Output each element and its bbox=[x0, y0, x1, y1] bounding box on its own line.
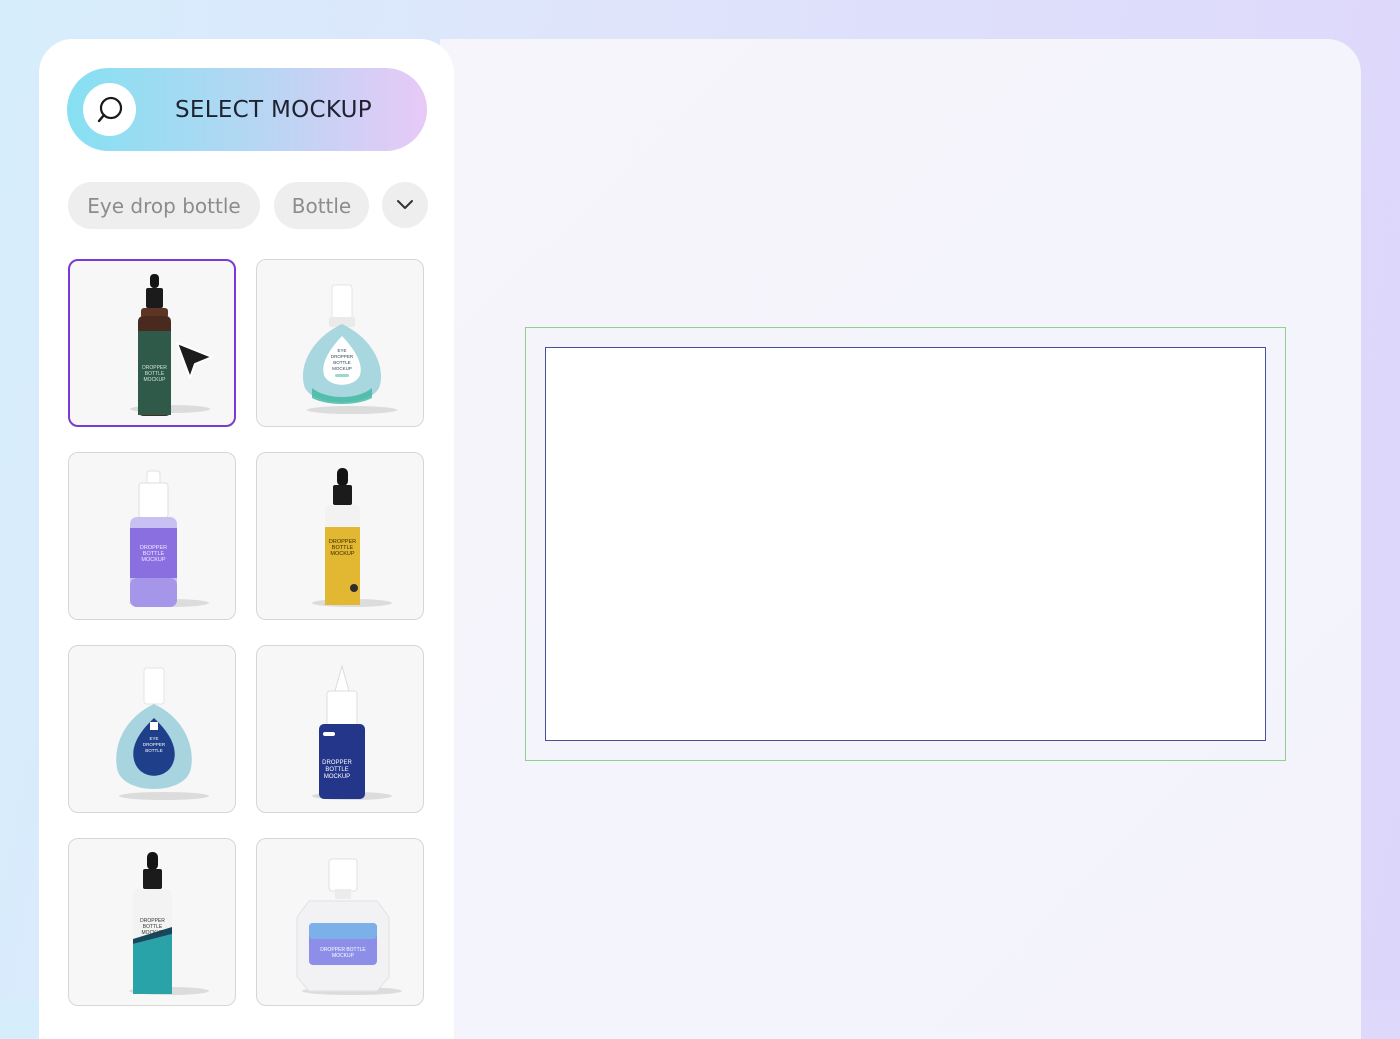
mockup-sidebar: SELECT MOCKUP Eye drop bottle Bottle DRO… bbox=[39, 39, 454, 1039]
canvas-artboard[interactable] bbox=[545, 347, 1266, 741]
mockup-thumbnail[interactable]: DROPPER BOTTLE MOCKUP bbox=[256, 452, 424, 620]
mockup-thumbnail[interactable]: DROPPER BOTTLE MOCKUP bbox=[256, 645, 424, 813]
svg-text:MOCKUP: MOCKUP bbox=[332, 953, 355, 959]
select-mockup-label: SELECT MOCKUP bbox=[175, 96, 372, 123]
svg-text:BOTTLE: BOTTLE bbox=[325, 767, 348, 773]
mockup-thumbnail[interactable]: EYE DROPPER BOTTLE MOCKUP bbox=[256, 259, 424, 427]
svg-text:BOTTLE: BOTTLE bbox=[145, 748, 163, 753]
more-filters-button[interactable] bbox=[382, 182, 428, 228]
mockup-thumbnail[interactable]: DROPPER BOTTLE MOCKUP bbox=[256, 838, 424, 1006]
mockup-thumbnail[interactable]: DROPPER BOTTLE MOCKUP bbox=[68, 452, 236, 620]
svg-text:MOCKUP: MOCKUP bbox=[324, 774, 350, 780]
svg-text:DROPPER: DROPPER bbox=[331, 354, 354, 359]
svg-text:EYE: EYE bbox=[337, 348, 346, 353]
svg-text:EYE: EYE bbox=[149, 736, 158, 741]
svg-text:DROPPER: DROPPER bbox=[143, 742, 166, 747]
filter-chip-bottle[interactable]: Bottle bbox=[274, 182, 369, 229]
svg-text:BOTTLE: BOTTLE bbox=[333, 360, 351, 365]
svg-text:MOCKUP: MOCKUP bbox=[332, 366, 352, 371]
svg-text:DROPPER: DROPPER bbox=[322, 760, 352, 766]
search-icon bbox=[83, 83, 136, 136]
chevron-down-icon bbox=[397, 200, 413, 209]
mouse-pointer-icon bbox=[176, 342, 213, 379]
filter-chip-eye-drop-bottle[interactable]: Eye drop bottle bbox=[68, 182, 260, 229]
svg-text:MOCKUP: MOCKUP bbox=[144, 377, 167, 383]
mockup-thumbnail[interactable]: EYE DROPPER BOTTLE bbox=[68, 645, 236, 813]
svg-text:MOCKUP: MOCKUP bbox=[141, 557, 165, 563]
svg-text:MOCKUP: MOCKUP bbox=[330, 551, 354, 557]
svg-text:MOCKUP: MOCKUP bbox=[142, 930, 165, 936]
mockup-thumbnail[interactable]: DROPPER BOTTLE MOCKUP bbox=[68, 838, 236, 1006]
select-mockup-button[interactable]: SELECT MOCKUP bbox=[67, 68, 427, 151]
